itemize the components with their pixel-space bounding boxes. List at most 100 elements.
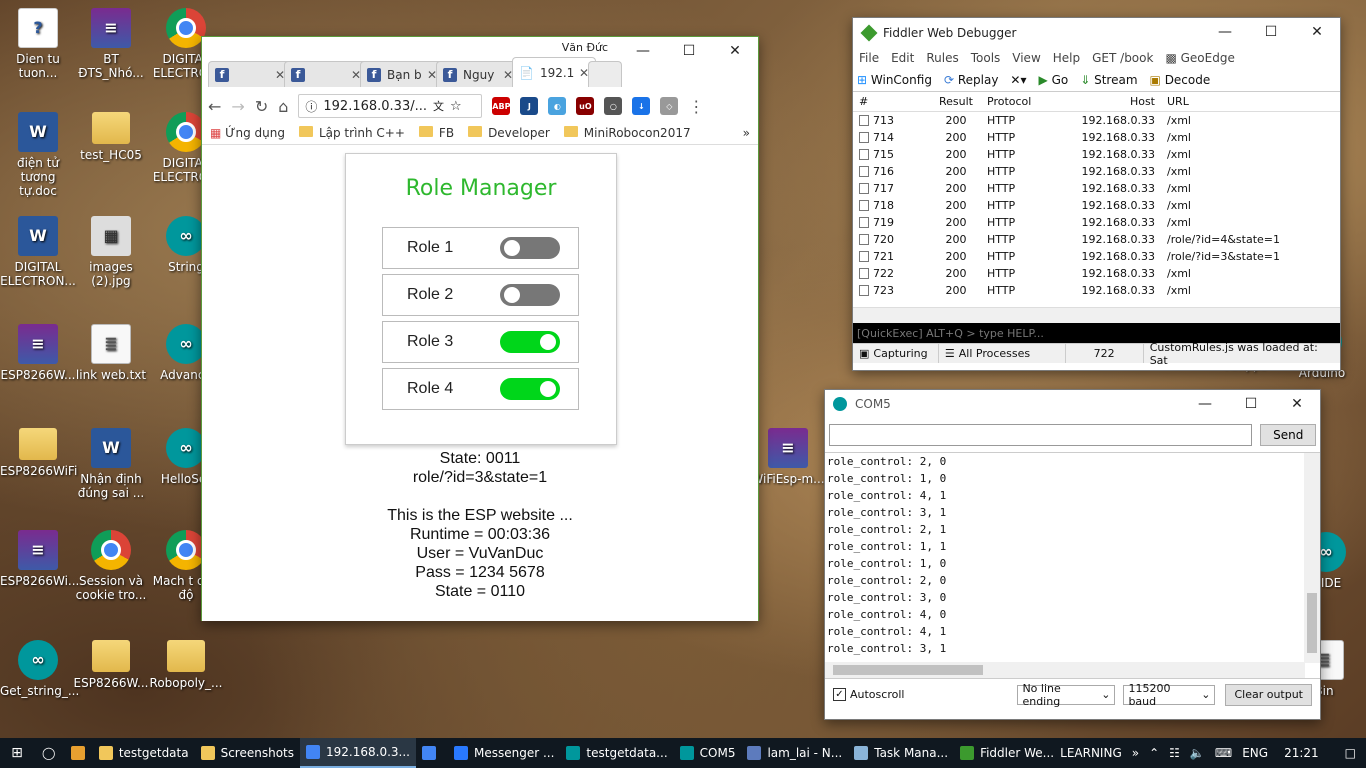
autoscroll-checkbox[interactable]: ✓ Autoscroll [833,688,904,701]
send-button[interactable]: Send [1260,424,1316,446]
forward-icon[interactable]: → [231,97,244,116]
desktop-icon[interactable]: ≡ BT ĐTS_Nhó... [73,8,149,80]
desktop-icon[interactable]: ∞ Get_string_... [0,640,79,698]
home-icon[interactable]: ⌂ [278,97,288,116]
menu-tools[interactable]: Tools [971,51,1001,65]
replay-button[interactable]: ⟳ Replay [944,73,998,87]
serial-input[interactable] [829,424,1253,446]
desktop-icon[interactable]: ≣ link web.txt [73,324,149,382]
back-icon[interactable]: ← [208,97,221,116]
chevron-right-icon[interactable]: » [1132,746,1139,760]
col-protocol[interactable]: Protocol [981,95,1053,108]
desktop-icon[interactable]: ≡ ESP8266Wi... [0,530,79,588]
bookmark-folder[interactable]: Lập trình C++ [298,125,405,140]
menu-get-book[interactable]: GET /book [1092,51,1153,65]
role-3-toggle[interactable] [500,331,560,353]
menu-edit[interactable]: Edit [891,51,914,65]
minimize-icon[interactable]: — [1182,390,1228,418]
col-result[interactable]: Result [931,95,981,108]
extension-bulb-icon[interactable]: ○ [604,97,623,115]
taskbar-item[interactable]: testgetdata [93,738,195,768]
desktop-icon[interactable]: ≡ WiFiEsp-m... [750,428,826,486]
close-icon[interactable]: ✕ [1294,18,1340,46]
scroll-thumb[interactable] [1307,593,1317,653]
desktop-icon[interactable]: W Nhận định đúng sai ... [73,428,149,500]
session-row[interactable]: 719 200 HTTP 192.168.0.33/xml [853,214,1340,231]
taskbar-item[interactable]: Messenger ... [448,738,560,768]
role-4-toggle[interactable] [500,378,560,400]
maximize-icon[interactable]: ☐ [1248,18,1294,46]
sessions-hscrollbar[interactable] [853,307,1340,323]
volume-icon[interactable]: 🔈 [1190,746,1205,760]
bookmark-folder[interactable]: FB [418,125,454,140]
menu-file[interactable]: File [859,51,879,65]
taskbar-item[interactable]: 192.168.0.3... [300,738,416,768]
bookmark-apps[interactable]: ▦ Ứng dụng [210,126,285,140]
extension-ghost-icon[interactable]: ◐ [548,97,567,115]
desktop-icon[interactable]: ≡ ESP8266W... [0,324,76,382]
process-filter[interactable]: ☰ All Processes [939,344,1066,363]
desktop-icon[interactable]: Session và cookie tro... [73,530,149,602]
tab-facebook-4[interactable]: f Nguy ✕ [436,61,520,87]
minimize-icon[interactable]: — [620,37,666,65]
search-button[interactable]: ◯ [34,738,63,768]
tab-facebook-1[interactable]: f ✕ [208,61,292,87]
remove-button[interactable]: ✕▾ [1010,73,1026,87]
taskbar-item[interactable] [416,738,448,768]
taskbar-item[interactable]: Fiddler We... [954,738,1060,768]
bookmarks-more[interactable]: » [743,126,750,140]
menu-help[interactable]: Help [1053,51,1080,65]
session-row[interactable]: 716 200 HTTP 192.168.0.33/xml [853,163,1340,180]
bookmark-folder[interactable]: MiniRobocon2017 [563,125,691,140]
language-indicator[interactable]: ENG [1242,746,1268,760]
address-bar[interactable]: ⓘ 192.168.0.33/... 文 ☆ [298,94,483,118]
capturing-toggle[interactable]: ▣ Capturing [853,344,939,363]
translate-icon[interactable]: 文 [433,98,444,114]
close-icon[interactable]: ✕ [1274,390,1320,418]
session-row[interactable]: 721 200 HTTP 192.168.0.33/role/?id=3&state=… [853,248,1340,265]
desktop-icon[interactable]: test_HC05 [73,112,149,162]
chrome-user-name[interactable]: Văn Đức [562,41,608,54]
reload-icon[interactable]: ↻ [255,97,268,116]
desktop-icon[interactable]: ? Dien tu tuon... [0,8,76,80]
role-1-toggle[interactable] [500,237,560,259]
role-2-toggle[interactable] [500,284,560,306]
network-icon[interactable]: ☷ [1169,746,1180,760]
maximize-icon[interactable]: ☐ [1228,390,1274,418]
media-player-button[interactable] [63,738,92,768]
taskbar-item[interactable]: COM5 [674,738,742,768]
desktop-icon[interactable]: ▦ images (2).jpg [73,216,149,288]
taskbar-item[interactable]: testgetdata... [560,738,673,768]
go-button[interactable]: ▶ Go [1039,73,1069,87]
session-row[interactable]: 717 200 HTTP 192.168.0.33/xml [853,180,1340,197]
menu-rules[interactable]: Rules [926,51,958,65]
serial-hscrollbar[interactable] [825,662,1305,678]
new-tab-button[interactable] [588,61,622,87]
ublock-icon[interactable]: uO [576,97,595,115]
clock[interactable]: 21:21 [1284,746,1319,760]
taskbar-item[interactable]: Screenshots [195,738,300,768]
menu-geoedge[interactable]: ▩ GeoEdge [1165,51,1234,65]
desktop-icon[interactable]: W DIGITAL ELECTRON... [0,216,76,288]
col-num[interactable]: # [853,95,931,108]
tray-text[interactable]: LEARNING [1060,746,1122,760]
star-icon[interactable]: ☆ [450,99,462,114]
tab-facebook-3[interactable]: f Bạn b ✕ [360,61,444,87]
col-host[interactable]: Host [1053,95,1163,108]
winconfig-button[interactable]: ⊞ WinConfig [857,73,932,87]
close-icon[interactable]: ✕ [712,37,758,65]
tab-esp-page[interactable]: 📄 192.1 ✕ [512,57,596,87]
taskbar-item[interactable]: lam_lai - N... [741,738,848,768]
clear-output-button[interactable]: Clear output [1225,683,1312,706]
maximize-icon[interactable]: ☐ [666,37,712,65]
col-url[interactable]: URL [1163,95,1340,108]
session-row[interactable]: 723 200 HTTP 192.168.0.33/xml [853,282,1340,299]
session-row[interactable]: 714 200 HTTP 192.168.0.33/xml [853,129,1340,146]
notifications-icon[interactable]: □ [1345,746,1356,760]
chevron-up-icon[interactable]: ⌃ [1149,746,1159,760]
desktop-icon[interactable]: ESP8266WiFi [0,428,77,478]
extension-cube-icon[interactable]: ◇ [660,97,679,115]
minimize-icon[interactable]: — [1202,18,1248,46]
tab-facebook-2[interactable]: f ✕ [284,61,368,87]
desktop-icon[interactable]: Robopoly_... [148,640,224,690]
